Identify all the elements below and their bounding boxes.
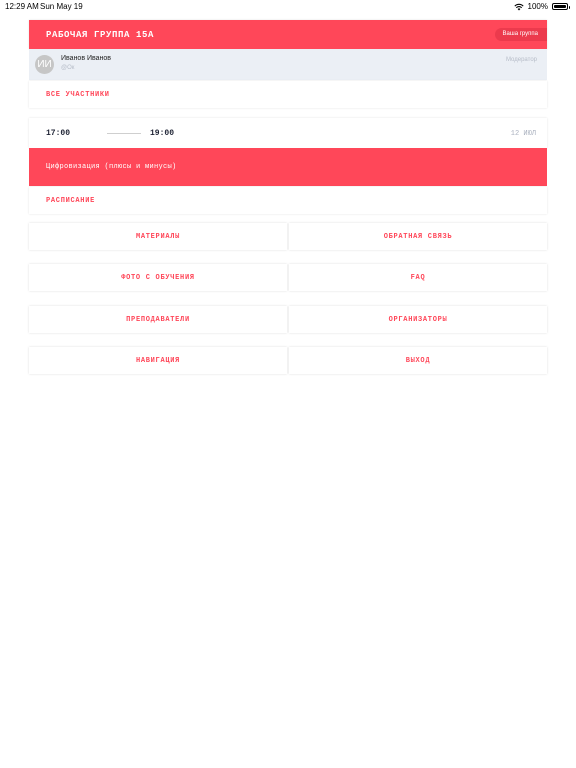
teachers-label: ПРЕПОДАВАТЕЛИ [126, 315, 190, 324]
event-time-row: 17:00 19:00 12 ИЮЛ [29, 118, 547, 148]
event-end-time: 19:00 [150, 129, 175, 138]
group-header: РАБОЧАЯ ГРУППА 15А Ваша группа [29, 20, 547, 49]
teachers-button[interactable]: ПРЕПОДАВАТЕЛИ [29, 306, 287, 333]
group-badge: Ваша группа [494, 28, 547, 41]
event-date: 12 ИЮЛ [510, 130, 536, 138]
faq-label: FAQ [410, 273, 426, 282]
battery-icon [552, 3, 570, 10]
user-handle: @Ок [61, 65, 75, 71]
schedule-label: РАСПИСАНИЕ [46, 197, 96, 205]
status-time: 12:29 AM [5, 2, 39, 11]
navigation-button[interactable]: НАВИГАЦИЯ [29, 347, 287, 374]
faq-button[interactable]: FAQ [289, 264, 547, 291]
photos-label: ФОТО С ОБУЧЕНИЯ [121, 273, 195, 282]
materials-label: МАТЕРИАЛЫ [135, 232, 181, 241]
group-title: РАБОЧАЯ ГРУППА 15А [46, 30, 155, 40]
schedule-button[interactable]: РАСПИСАНИЕ [29, 187, 547, 214]
status-right: 100% [513, 2, 570, 11]
feedback-button[interactable]: ОБРАТНАЯ СВЯЗЬ [289, 223, 547, 250]
materials-button[interactable]: МАТЕРИАЛЫ [29, 223, 287, 250]
battery-percent: 100% [527, 2, 548, 11]
avatar: ИИ [35, 55, 54, 74]
time-divider [107, 133, 141, 134]
organizers-button[interactable]: ОРГАНИЗАТОРЫ [289, 306, 547, 333]
all-members-label: ВСЕ УЧАСТНИКИ [46, 91, 110, 99]
user-role: Модератор [505, 57, 537, 63]
wifi-icon [513, 3, 524, 10]
event-banner[interactable]: Цифровизация (плюсы и минусы) [29, 148, 547, 186]
logout-button[interactable]: ВЫХОД [289, 347, 547, 374]
logout-label: ВЫХОД [405, 356, 431, 365]
status-bar: 12:29 AM Sun May 19 100% [0, 0, 576, 13]
event-title: Цифровизация (плюсы и минусы) [46, 163, 177, 171]
feedback-label: ОБРАТНАЯ СВЯЗЬ [383, 232, 453, 241]
all-members-button[interactable]: ВСЕ УЧАСТНИКИ [29, 81, 547, 108]
navigation-label: НАВИГАЦИЯ [135, 356, 181, 365]
status-date: Sun May 19 [40, 2, 83, 11]
photos-button[interactable]: ФОТО С ОБУЧЕНИЯ [29, 264, 287, 291]
user-name: Иванов Иванов [61, 55, 112, 62]
user-row[interactable]: ИИ Иванов Иванов @Ок Модератор [29, 49, 547, 80]
event-start-time: 17:00 [46, 129, 71, 138]
organizers-label: ОРГАНИЗАТОРЫ [388, 315, 448, 324]
